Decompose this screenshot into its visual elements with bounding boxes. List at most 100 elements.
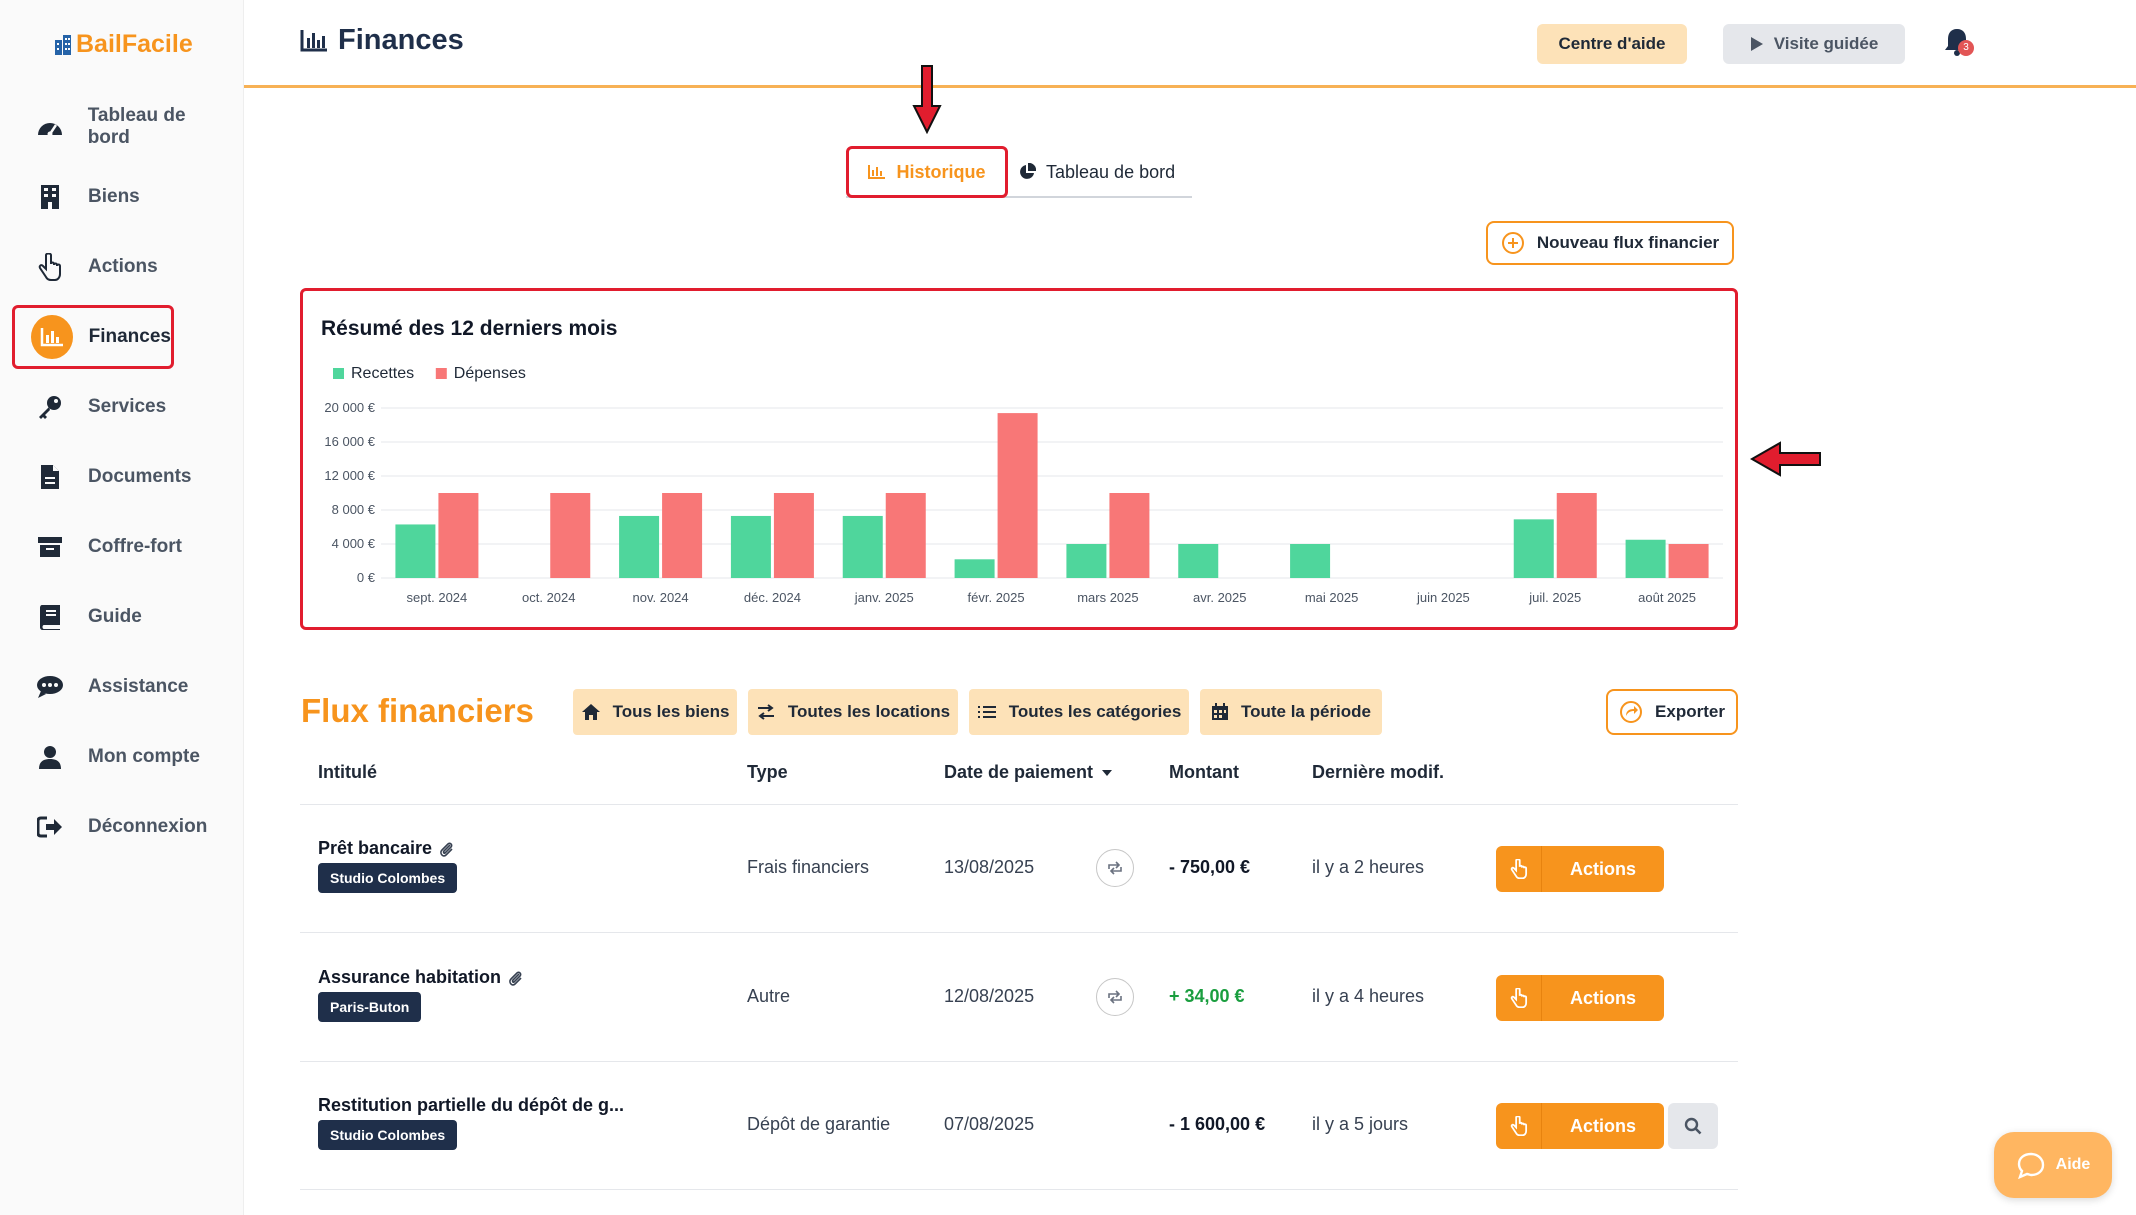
tab-tableau-de-bord[interactable]: Tableau de bord: [1018, 146, 1175, 198]
new-financial-flow-button[interactable]: Nouveau flux financier: [1486, 221, 1734, 265]
tab-historique[interactable]: Historique: [846, 146, 1008, 198]
sidebar-item-coffre-fort[interactable]: Coffre-fort: [12, 515, 232, 579]
sidebar-item-documents[interactable]: Documents: [12, 445, 232, 509]
bar-dpenses: [1556, 493, 1597, 578]
row-title: Assurance habitation: [318, 967, 523, 988]
page-title-text: Finances: [338, 24, 464, 56]
column-header-derniere-modif[interactable]: Dernière modif.: [1312, 762, 1444, 783]
sidebar-item-assistance[interactable]: Assistance: [12, 655, 232, 719]
sidebar-item-guide[interactable]: Guide: [12, 585, 232, 649]
x-tick-label: mai 2025: [1305, 590, 1358, 605]
y-tick-label: 16 000 €: [324, 434, 375, 449]
summary-chart-card: Résumé des 12 derniers mois Recettes Dépe…: [300, 288, 1738, 630]
row-modified: il y a 5 jours: [1312, 1114, 1409, 1134]
chat-bubble-icon: [28, 665, 72, 709]
hand-pointer-icon: [1496, 846, 1542, 892]
filter-categories-button[interactable]: Toutes les catégories: [969, 689, 1189, 735]
row-title: Restitution partielle du dépôt de g...: [318, 1095, 624, 1116]
sidebar-item-label: Guide: [88, 606, 142, 627]
y-tick-label: 8 000 €: [332, 502, 376, 517]
filter-period-button[interactable]: Toute la période: [1200, 689, 1382, 735]
row-actions-label: Actions: [1569, 987, 1636, 1008]
sidebar-item-services[interactable]: Services: [12, 375, 232, 439]
caret-down-icon: [1102, 769, 1113, 776]
guided-tour-label: Visite guidée: [1773, 34, 1879, 53]
row-date: 13/08/2025: [944, 857, 1035, 877]
sidebar-item-biens[interactable]: Biens: [12, 165, 232, 229]
bar-recettes: [954, 559, 995, 578]
x-tick-label: avr. 2025: [1193, 590, 1247, 605]
bar-dpenses: [662, 493, 703, 578]
row-actions-button[interactable]: Actions: [1496, 846, 1664, 892]
row-actions-label: Actions: [1569, 1115, 1636, 1136]
column-header-type[interactable]: Type: [747, 762, 788, 783]
x-tick-label: oct. 2024: [522, 590, 576, 605]
annotation-arrow-left-icon: [1750, 441, 1821, 477]
bar-chart: Recettes Dépenses 0 € 4 000 € 8 000 € 12 000 …: [324, 365, 1723, 605]
filter-period-label: Toute la période: [1240, 702, 1372, 721]
building-logo-icon: [55, 34, 71, 55]
hand-pointer-icon: [28, 245, 72, 289]
view-tabs: Historique Tableau de bord: [846, 146, 1192, 198]
guided-tour-button[interactable]: Visite guidée: [1723, 24, 1905, 64]
filter-properties-button[interactable]: Tous les biens: [573, 689, 737, 735]
aide-chat-button[interactable]: Aide: [1994, 1132, 2112, 1198]
legend-label: Recettes: [351, 365, 414, 382]
sidebar-item-deconnexion[interactable]: Déconnexion: [12, 795, 232, 859]
x-tick-label: févr. 2025: [968, 590, 1025, 605]
bar-recettes: [730, 515, 771, 578]
sidebar-item-label: Documents: [88, 466, 192, 487]
table-row[interactable]: Prêt bancaire Studio Colombes Frais fina…: [300, 805, 1738, 933]
row-type: Dépôt de garantie: [747, 1114, 891, 1134]
bar-dpenses: [773, 493, 814, 578]
sidebar-item-label: Coffre-fort: [88, 536, 182, 557]
x-tick-label: déc. 2024: [744, 590, 801, 605]
bar-recettes: [1625, 539, 1666, 578]
bar-recettes: [842, 515, 883, 578]
sidebar-item-label: Déconnexion: [88, 816, 208, 837]
bar-recettes: [1066, 544, 1107, 578]
key-icon: [28, 385, 72, 429]
row-type: Frais financiers: [747, 857, 870, 877]
y-tick-label: 20 000 €: [324, 400, 375, 415]
row-view-button[interactable]: [1668, 1103, 1718, 1149]
calendar-icon: [1211, 703, 1228, 720]
x-tick-label: janv. 2025: [854, 590, 914, 605]
recurring-icon: [1096, 978, 1134, 1016]
table-row[interactable]: Restitution partielle du dépôt de g... S…: [300, 1062, 1738, 1190]
bar-recettes: [619, 515, 660, 578]
property-badge: Studio Colombes: [318, 863, 458, 893]
notification-badge: 3: [1958, 40, 1974, 56]
sidebar-nav: Tableau de bord Biens Actions Finances S…: [12, 95, 232, 865]
row-actions-button[interactable]: Actions: [1496, 1103, 1664, 1149]
y-tick-label: 0 €: [357, 570, 376, 585]
sidebar-item-actions[interactable]: Actions: [12, 235, 232, 299]
table-row[interactable]: Assurance habitation Paris-Buton Autre 1…: [300, 934, 1738, 1062]
hand-pointer-icon: [1496, 1103, 1542, 1149]
column-header-date-label: Date de paiement: [944, 762, 1094, 782]
exchange-icon: [757, 704, 774, 720]
bar-dpenses: [1668, 544, 1709, 578]
help-center-button[interactable]: Centre d'aide: [1537, 24, 1687, 64]
x-tick-label: mars 2025: [1077, 590, 1138, 605]
column-header-montant[interactable]: Montant: [1169, 762, 1239, 783]
sidebar-item-finances[interactable]: Finances: [12, 305, 174, 369]
flux-section-title: Flux financiers: [301, 692, 534, 729]
sidebar-item-label: Mon compte: [88, 746, 200, 767]
app-logo[interactable]: BailFacile: [54, 30, 193, 59]
x-tick-label: juil. 2025: [1528, 590, 1581, 605]
sidebar-item-mon-compte[interactable]: Mon compte: [12, 725, 232, 789]
legend-label: Dépenses: [454, 365, 526, 382]
export-button[interactable]: Exporter: [1606, 689, 1738, 735]
row-type: Autre: [747, 986, 791, 1006]
row-actions-button[interactable]: Actions: [1496, 975, 1664, 1021]
top-header: Finances Centre d'aide Visite guidée 3: [244, 0, 2136, 88]
filter-rentals-button[interactable]: Toutes les locations: [748, 689, 958, 735]
sidebar-item-tableau-de-bord[interactable]: Tableau de bord: [12, 95, 232, 159]
bar-recettes: [1513, 519, 1554, 578]
y-tick-label: 12 000 €: [324, 468, 375, 483]
export-label: Exporter: [1655, 702, 1725, 721]
column-header-intitule[interactable]: Intitulé: [318, 762, 377, 783]
column-header-date[interactable]: Date de paiement: [944, 762, 1113, 783]
row-title: Prêt bancaire: [318, 838, 454, 859]
